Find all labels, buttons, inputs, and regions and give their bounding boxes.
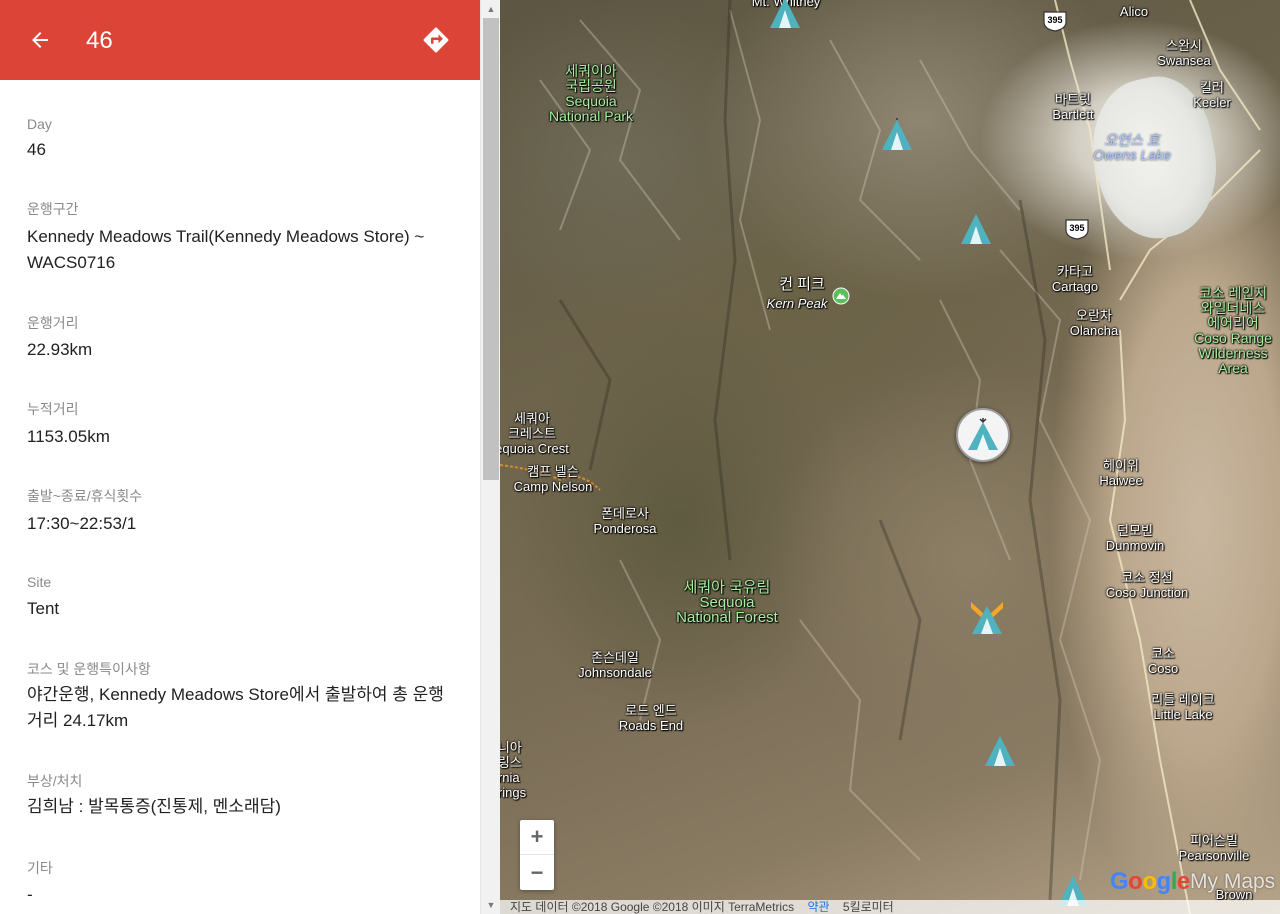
scroll-thumb[interactable]: [483, 18, 499, 480]
field-label-injury: 부상/처치: [27, 773, 83, 789]
label-coso-range-wilderness: 코소 레인지 와일더네스 에어리어 Coso Range Wilderness Area: [1194, 285, 1272, 376]
field-label-day: Day: [27, 116, 52, 132]
field-value-day: 46: [27, 140, 46, 159]
highway-395-shield-south: 395: [1064, 218, 1090, 240]
details-panel: 46 Day 46 운행구간 Kennedy Meadows Trail(Ken…: [0, 0, 480, 914]
label-dunmovin: 던모빈 Dunmovin: [1105, 523, 1165, 553]
google-logo: Google: [1110, 868, 1190, 895]
label-little-lake: 리틀 레이크 Little Lake: [1151, 692, 1215, 722]
scroll-down-arrow-icon[interactable]: ▼: [481, 896, 501, 914]
selected-campsite-marker[interactable]: [956, 408, 1010, 462]
tent-icon[interactable]: [768, 0, 802, 30]
scroll-up-arrow-icon[interactable]: ▲: [481, 0, 501, 18]
field-value-etc: -: [27, 885, 33, 904]
field-label-route: 운행구간: [27, 201, 79, 217]
terms-link[interactable]: 약관: [807, 900, 829, 914]
tent-icon[interactable]: [880, 118, 914, 152]
attribution-bar: 지도 데이터 ©2018 Google ©2018 이미지 TerraMetri…: [500, 900, 1280, 914]
field-label-distance: 운행거리: [27, 315, 79, 331]
label-sequoia-crest: 세쿼아 크레스트 equoia Crest: [500, 411, 569, 456]
label-camp-nelson: 캠프 넬슨 Camp Nelson: [513, 464, 593, 494]
field-value-site: Tent: [27, 599, 60, 618]
directions-button[interactable]: [418, 22, 454, 58]
attribution-text: 지도 데이터 ©2018 Google ©2018 이미지 TerraMetri…: [510, 900, 795, 914]
label-owens-lake: 오언스 호 Owens Lake: [1093, 132, 1171, 163]
field-label-cumulative: 누적거리: [27, 401, 79, 417]
field-value-distance: 22.93km: [27, 340, 93, 359]
field-label-etc: 기타: [27, 860, 53, 876]
label-johnsondale: 존슨데일 Johnsondale: [578, 650, 652, 680]
zoom-in-button[interactable]: +: [520, 820, 554, 855]
label-keeler: 킬러 Keeler: [1193, 80, 1231, 110]
field-label-times: 출발~종료/휴식횟수: [27, 488, 143, 504]
arrow-left-icon: [32, 32, 48, 48]
label-bartlett: 바트릿 Bartlett: [1052, 92, 1094, 122]
highway-395-shield-north: 395: [1042, 10, 1068, 32]
satellite-map[interactable]: Mt. Whitney Alico 스완시 Swansea 킬러 Keeler 세쿼…: [500, 0, 1280, 914]
zoom-out-button[interactable]: −: [520, 856, 554, 890]
field-value-notes: 야간운행, Kennedy Meadows Store에서 출발하여 총 운행거…: [27, 685, 444, 730]
label-coso-junction: 코소 정션 Coso Junction: [1105, 570, 1189, 600]
panel-scrollbar[interactable]: ▲ ▼: [480, 0, 500, 914]
tent-icon[interactable]: [970, 600, 1004, 634]
field-value-cumulative: 1153.05km: [27, 427, 110, 446]
peak-icon: [832, 287, 850, 305]
label-haiwee: 헤이위 Haiwee: [1099, 458, 1143, 488]
field-label-notes: 코스 및 운행특이사항: [27, 661, 151, 677]
zoom-control: + −: [520, 820, 554, 890]
label-alico: Alico: [1119, 4, 1149, 19]
scale-label: 5킬로미터: [842, 900, 894, 914]
label-kern-peak: Kern Peak: [766, 296, 828, 311]
label-sequoia-national-park: 세쿼이아 국립공원 Sequoia National Park: [548, 63, 634, 124]
panel-header: 46: [0, 0, 480, 80]
field-value-route: Kennedy Meadows Trail(Kennedy Meadows St…: [27, 227, 425, 272]
label-swansea: 스완시 Swansea: [1157, 38, 1211, 68]
field-label-site: Site: [27, 574, 52, 590]
my-maps-label: My Maps: [1190, 870, 1276, 893]
tent-icon: [968, 418, 998, 450]
label-ponderosa: 폰데로사 Ponderosa: [593, 506, 657, 536]
label-cartago: 카타고 Cartago: [1051, 264, 1099, 294]
field-value-times: 17:30~22:53/1: [27, 514, 137, 533]
label-coso: 코소 Coso: [1147, 646, 1179, 676]
label-olancha: 오란차 Olancha: [1069, 308, 1119, 338]
directions-icon: [423, 27, 449, 53]
label-california-hot-springs: 니아 링스 rnia rings: [500, 740, 527, 800]
back-button[interactable]: [22, 22, 58, 58]
tent-icon[interactable]: [983, 734, 1017, 768]
panel-title: 46: [86, 27, 113, 54]
label-pearsonville: 피어슨빌 Pearsonville: [1178, 833, 1250, 863]
tent-icon[interactable]: [959, 212, 993, 246]
label-sequoia-national-forest: 세쿼아 국유림 Sequoia National Forest: [676, 579, 778, 626]
label-kern-peak-ko: 컨 피크: [779, 276, 825, 293]
field-value-injury: 김희남 : 발목통증(진통제, 멘소래담): [27, 797, 281, 816]
label-roads-end: 로드 엔드 Roads End: [618, 703, 684, 733]
